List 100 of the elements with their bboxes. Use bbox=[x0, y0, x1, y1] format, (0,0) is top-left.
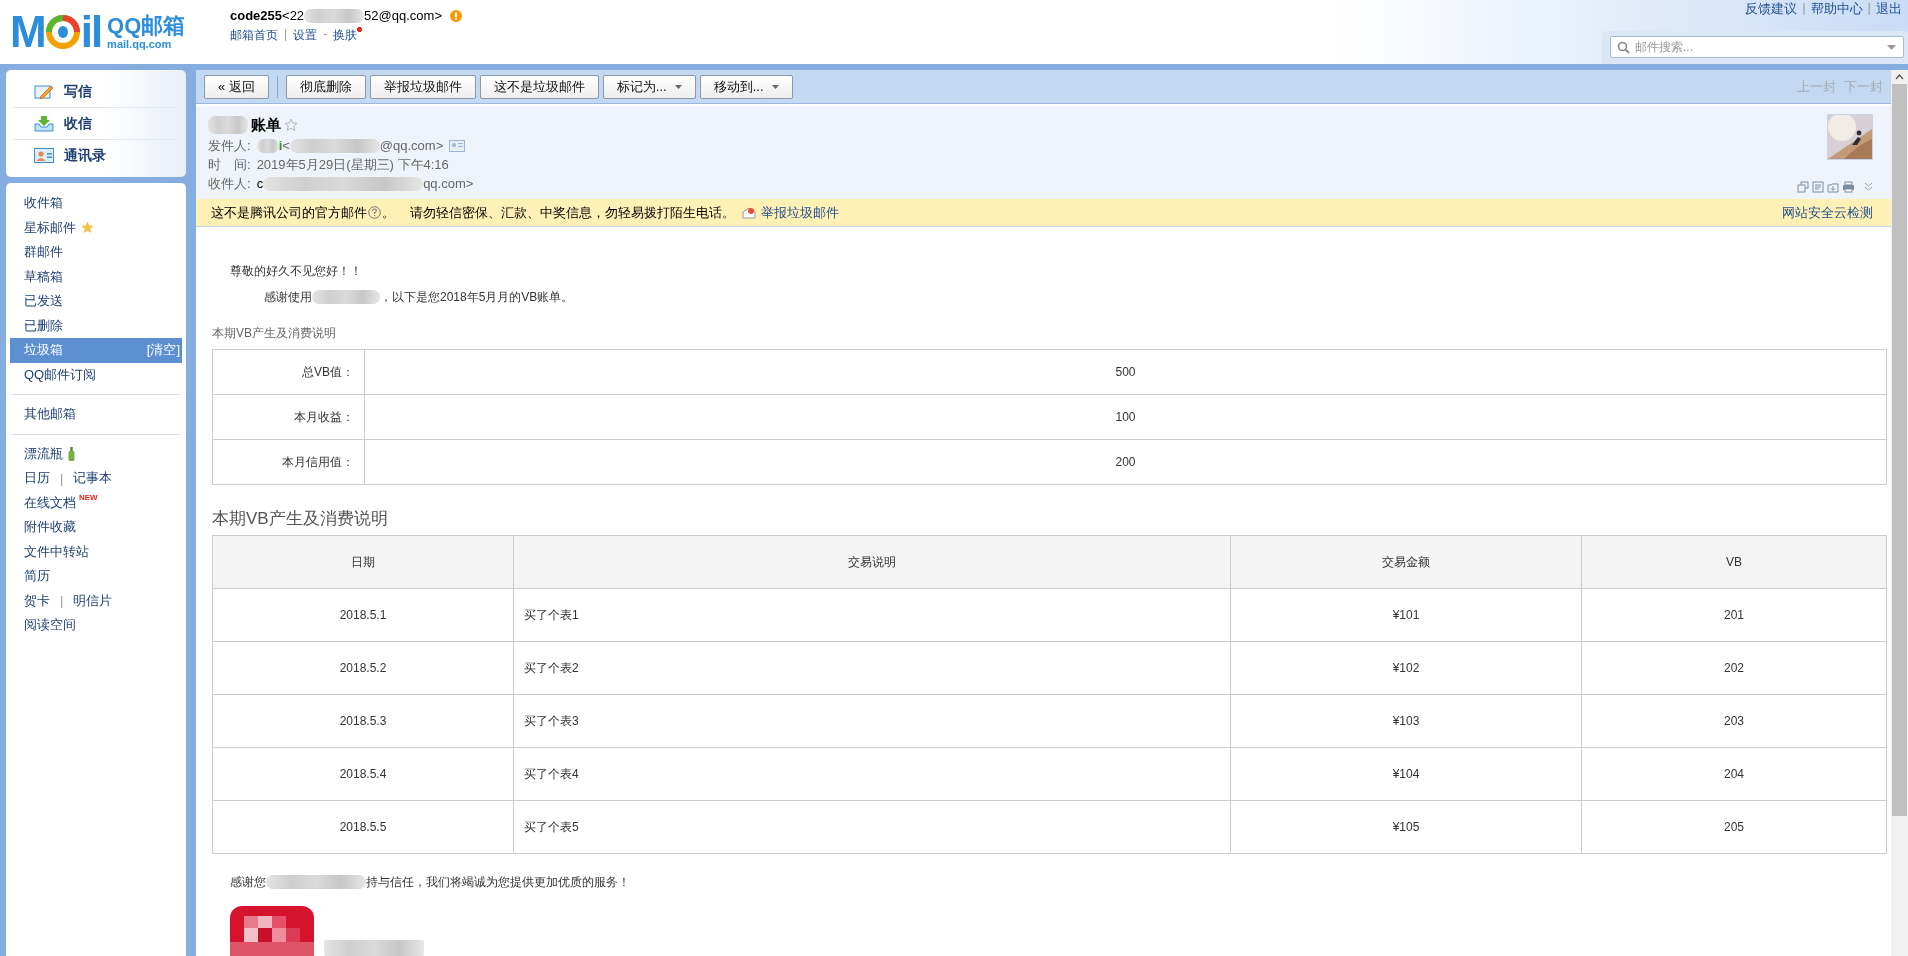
quick-action-link[interactable]: 写信 bbox=[64, 82, 92, 101]
folder-item[interactable]: 文件中转站 bbox=[10, 539, 182, 564]
toolbar-button[interactable]: 彻底删除 bbox=[285, 74, 366, 99]
folder-item[interactable]: 已发送 bbox=[10, 289, 182, 314]
folder-item[interactable]: 记事本 bbox=[73, 469, 113, 488]
header-link[interactable]: 换肤 bbox=[333, 27, 363, 44]
table-cell: 2018.5.1 bbox=[212, 588, 514, 642]
account-address: 52@qq.com> bbox=[364, 8, 442, 23]
top-link[interactable]: 反馈建议 bbox=[1745, 0, 1798, 18]
link-separator: | bbox=[284, 27, 288, 41]
folder-item[interactable]: 附件收藏 bbox=[10, 515, 182, 540]
table-cell: 买了个表1 bbox=[513, 588, 1231, 642]
scrollbar[interactable] bbox=[1891, 70, 1908, 956]
blurred-text bbox=[208, 116, 248, 135]
top-link[interactable]: 退出 bbox=[1876, 0, 1902, 18]
download-tray-icon[interactable] bbox=[34, 115, 54, 132]
header-link[interactable]: 邮箱首页 bbox=[230, 27, 278, 44]
folder-item[interactable]: 收件箱 bbox=[10, 191, 182, 216]
report-flag-icon bbox=[742, 206, 756, 219]
column-header: 日期 bbox=[212, 535, 514, 589]
folder-item[interactable]: 草稿箱 bbox=[10, 264, 182, 289]
table-cell: 买了个表5 bbox=[513, 800, 1231, 854]
logo-letters: il bbox=[80, 10, 102, 54]
dropdown-caret-icon[interactable] bbox=[1887, 45, 1896, 50]
table-cell: 205 bbox=[1581, 800, 1887, 854]
folder-item[interactable]: 群邮件 bbox=[10, 240, 182, 265]
star-icon[interactable] bbox=[284, 118, 298, 133]
table-cell: 204 bbox=[1581, 747, 1887, 801]
link-separator: - bbox=[323, 27, 328, 41]
greeting-text: 尊敬的好久不见您好！！ bbox=[229, 263, 363, 280]
table-cell: ¥103 bbox=[1230, 694, 1582, 748]
new-label: NEW bbox=[79, 492, 98, 502]
body-text: 感谢您 bbox=[230, 873, 266, 891]
account-address: <22 bbox=[282, 8, 305, 23]
top-link[interactable]: 帮助中心 bbox=[1810, 0, 1863, 18]
folder-item[interactable]: 漂流瓶 bbox=[10, 441, 182, 466]
field-label: 时 间: bbox=[208, 155, 251, 174]
folder-item[interactable]: 在线文档 $^{NEW}$ bbox=[10, 490, 182, 515]
table-cell: 500 bbox=[364, 349, 1887, 395]
contact-card-icon[interactable] bbox=[449, 139, 466, 152]
scroll-thumb[interactable] bbox=[1892, 84, 1907, 816]
table-cell: 本月信用值： bbox=[212, 439, 365, 485]
folder-item[interactable]: 阅读空间 bbox=[10, 613, 182, 638]
toolbar-button[interactable]: « 返回 bbox=[204, 74, 269, 99]
download-icon[interactable] bbox=[1827, 181, 1839, 194]
search-field[interactable]: 邮件搜索... bbox=[1610, 36, 1904, 58]
folder-item[interactable]: 贺卡 bbox=[24, 591, 50, 610]
help-icon[interactable] bbox=[368, 206, 381, 220]
sender-address: @qq.com> bbox=[379, 138, 444, 154]
blurred-text bbox=[256, 138, 279, 153]
print-icon[interactable] bbox=[1842, 181, 1855, 194]
field-label: 收件人: bbox=[208, 174, 251, 193]
quick-action-link[interactable]: 收信 bbox=[64, 114, 92, 133]
logo-product-name: QQ邮箱 bbox=[107, 13, 186, 39]
folder-item[interactable]: 日历 bbox=[24, 469, 50, 488]
table-cell: ¥102 bbox=[1230, 641, 1582, 695]
caret-icon bbox=[674, 84, 682, 89]
pencil-paper-icon[interactable] bbox=[34, 83, 54, 100]
recipient-address: c bbox=[256, 176, 264, 192]
link-separator: | bbox=[60, 470, 64, 486]
table-cell: 201 bbox=[1581, 588, 1887, 642]
header-link[interactable]: 设置 bbox=[293, 27, 318, 44]
folder-item[interactable]: 其他邮箱 bbox=[10, 402, 182, 427]
body-text: 感谢使用 bbox=[264, 288, 312, 306]
folder-item[interactable]: 明信片 bbox=[73, 591, 113, 610]
folder-item[interactable]: 简历 bbox=[10, 564, 182, 589]
security-check-link[interactable]: 网站安全云检测 bbox=[1782, 203, 1873, 222]
search-icon bbox=[1617, 41, 1630, 54]
toolbar-button[interactable]: 举报垃圾邮件 bbox=[369, 74, 476, 99]
windows-icon[interactable] bbox=[1797, 181, 1809, 194]
table-cell: 2018.5.4 bbox=[212, 747, 514, 801]
table-cell: 买了个表3 bbox=[513, 694, 1231, 748]
logo-letters: M bbox=[10, 10, 45, 54]
toolbar-button[interactable]: 标记为... bbox=[602, 74, 696, 99]
quick-action-link[interactable]: 通讯录 bbox=[64, 146, 106, 165]
recipient-address: qq.com> bbox=[423, 176, 474, 192]
double-chevron-icon[interactable] bbox=[1864, 182, 1873, 193]
folder-item[interactable]: 已删除 bbox=[10, 313, 182, 338]
mail-time: 2019年5月29日(星期三) 下午4:16 bbox=[256, 155, 449, 174]
column-header: 交易说明 bbox=[513, 535, 1231, 589]
logo-domain: mail.qq.com bbox=[107, 38, 173, 51]
warning-icon[interactable] bbox=[450, 9, 462, 22]
toolbar-button[interactable]: 这不是垃圾邮件 bbox=[479, 74, 599, 99]
note-icon[interactable] bbox=[1812, 181, 1824, 194]
section-title: 本期VB产生及消费说明 bbox=[212, 508, 389, 530]
table-cell: ¥104 bbox=[1230, 747, 1582, 801]
caret-icon bbox=[771, 84, 779, 89]
column-header: 交易金额 bbox=[1230, 535, 1582, 589]
toolbar-button[interactable]: 移动到... bbox=[699, 74, 793, 99]
contact-card-icon[interactable] bbox=[34, 148, 54, 163]
body-text: 持与信任，我们将竭诚为您提供更加优质的服务！ bbox=[366, 873, 630, 891]
table-cell: 100 bbox=[364, 394, 1887, 440]
report-spam-link[interactable]: 举报垃圾邮件 bbox=[761, 203, 839, 222]
warning-text: 。 bbox=[382, 203, 395, 222]
link-separator: | bbox=[1802, 0, 1806, 17]
table-cell: 本月收益： bbox=[212, 394, 365, 440]
section-title: 本期VB产生及消费说明 bbox=[212, 325, 337, 342]
folder-item[interactable]: QQ邮件订阅 bbox=[10, 362, 182, 387]
folder-item[interactable]: 星标邮件 bbox=[10, 215, 182, 240]
blurred-text bbox=[304, 8, 365, 23]
